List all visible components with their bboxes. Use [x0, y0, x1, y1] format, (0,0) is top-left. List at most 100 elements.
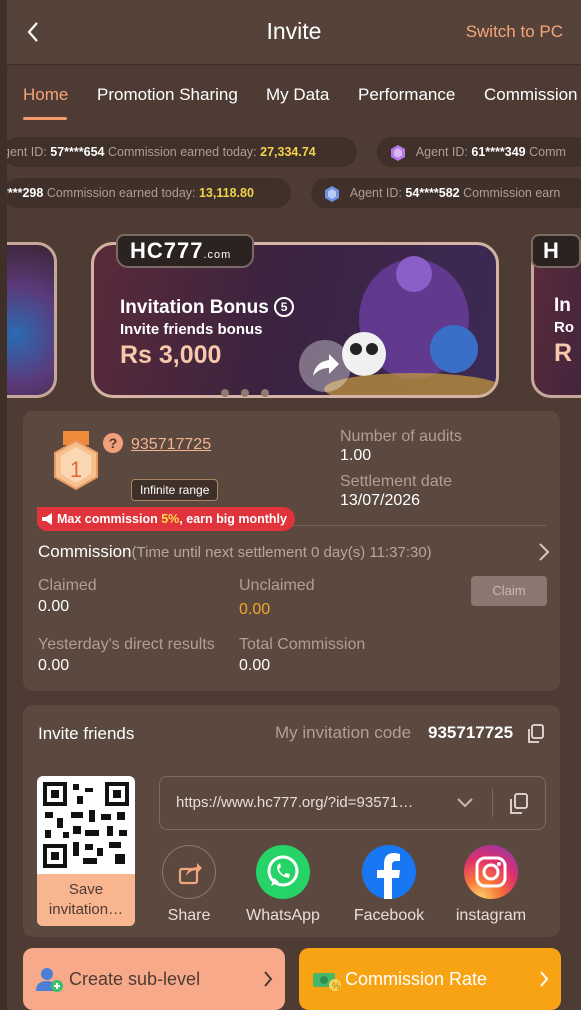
chevron-right-icon[interactable] [538, 542, 550, 562]
qr-code-icon [43, 782, 129, 868]
carousel-dots [221, 384, 281, 402]
ticker-agent-id: 57****654 [50, 145, 105, 159]
banner-title: Invitation Bonus 5 [120, 297, 295, 319]
left-edge [0, 0, 7, 1010]
facebook-icon[interactable] [362, 845, 416, 899]
yesterday-label: Yesterday's direct results [38, 636, 215, 653]
rank-number: 1 [69, 457, 83, 482]
share-button-icon[interactable] [162, 845, 216, 899]
share-option[interactable]: Share [159, 845, 219, 925]
ticker-amount: 13,118.80 [198, 186, 254, 200]
banner-amount: Rs 3,000 [120, 341, 222, 369]
yesterday-value: 0.00 [38, 657, 70, 674]
tab-home[interactable]: Home [23, 85, 68, 105]
share-circle [299, 340, 351, 392]
next-banner-logo: H [531, 234, 581, 268]
ticker-agent-label: gent ID: [7, 145, 47, 159]
create-sub-level-label: Create sub-level [69, 969, 201, 989]
settlement-label: Settlement date [340, 473, 453, 490]
ticker-item: Agent ID: 54****582 Commission earn [311, 178, 581, 208]
chevron-right-icon [540, 971, 549, 987]
carousel-dot[interactable] [261, 389, 269, 397]
invite-url-field[interactable]: https://www.hc777.org/?id=93571… [159, 776, 546, 830]
active-tab-indicator [23, 117, 67, 120]
share-arrow-icon [313, 354, 339, 376]
invitation-code: 935717725 [428, 723, 514, 742]
svg-text:%: % [332, 981, 340, 991]
ticker-earned-label: Commission earned today: [46, 186, 196, 200]
copy-url-icon[interactable] [509, 793, 529, 815]
banner-subtitle: Invite friends bonus [120, 321, 263, 338]
claimed-label: Claimed [38, 577, 97, 594]
settlement-value: 13/07/2026 [340, 492, 421, 509]
share-icon [178, 863, 202, 885]
invite-url: https://www.hc777.org/?id=93571… [176, 794, 414, 811]
invitation-code-label: My invitation code [275, 723, 412, 742]
audits-label: Number of audits [340, 428, 462, 445]
total-commission-label: Total Commission [239, 636, 366, 653]
next-banner-title: In [554, 295, 571, 316]
share-label: Share [167, 907, 211, 924]
money-icon: % [313, 973, 341, 991]
range-badge: Infinite range [131, 479, 219, 501]
top-bar: Invite Switch to PC [7, 0, 581, 64]
ticker-earned-label: Comm [529, 145, 566, 159]
banner-slide-prev[interactable] [7, 242, 57, 398]
whatsapp-label: WhatsApp [246, 907, 320, 924]
next-banner-amount: R [554, 339, 573, 367]
ticker-earned-label: Commission earn [463, 186, 561, 200]
facebook-option[interactable]: Facebook [349, 845, 429, 925]
unclaimed-label: Unclaimed [239, 577, 315, 594]
ticker-agent-label: Agent ID: [349, 186, 402, 200]
ticker-item: gent ID: 57****654 Commission earned tod… [7, 137, 357, 167]
chevron-right-icon [264, 971, 273, 987]
invite-friends-card: Invite friends My invitation code 935717… [23, 705, 560, 937]
carousel-dot[interactable] [221, 389, 229, 397]
tab-promotion-sharing[interactable]: Promotion Sharing [97, 85, 238, 105]
total-commission-value: 0.00 [239, 657, 271, 674]
whatsapp-option[interactable]: WhatsApp [243, 845, 323, 925]
ticker-agent-id: ****298 [7, 186, 44, 200]
add-user-icon [36, 968, 63, 992]
invite-title: Invite friends [38, 724, 135, 743]
switch-to-pc-link[interactable]: Switch to PC [466, 22, 563, 42]
ticker-agent-label: Agent ID: [415, 145, 468, 159]
ticker-earned-label: Commission earned today: [107, 145, 257, 159]
tab-bar: Home Promotion Sharing My Data Performan… [7, 64, 581, 122]
hc777-logo: HC777.com [116, 234, 254, 268]
ticker-agent-id: 54****582 [405, 186, 460, 200]
instagram-label: instagram [455, 907, 527, 924]
invite-page: Invite Switch to PC Home Promotion Shari… [7, 0, 581, 1010]
claim-button[interactable]: Claim [471, 576, 547, 606]
commission-card: 1 ? 935717725 Infinite range Number of a… [23, 411, 560, 691]
claimed-value: 0.00 [38, 598, 70, 615]
commission-rate-label: Commission Rate [345, 969, 488, 989]
help-icon[interactable]: ? [103, 433, 123, 453]
tab-my-data[interactable]: My Data [266, 85, 329, 105]
tab-performance[interactable]: Performance [358, 85, 455, 105]
chevron-down-icon[interactable] [456, 797, 474, 809]
commission-rate-button[interactable]: % Commission Rate [299, 948, 561, 1010]
ticker-amount: 27,334.74 [260, 145, 316, 159]
facebook-label: Facebook [353, 907, 425, 924]
create-sub-level-button[interactable]: Create sub-level [23, 948, 285, 1010]
max-commission-banner: Max commission 5%, earn big monthly [37, 507, 295, 531]
save-invitation-button[interactable]: Save invitation… [37, 874, 135, 926]
agent-gem-icon [391, 144, 405, 161]
next-banner-subtitle: Ro [554, 319, 574, 336]
audits-value: 1.00 [340, 447, 372, 464]
instagram-option[interactable]: instagram [451, 845, 531, 925]
qr-code-card[interactable]: Save invitation… [37, 776, 135, 926]
carousel-dot[interactable] [241, 389, 249, 397]
copy-code-icon[interactable] [527, 724, 545, 744]
ticker-agent-id: 61****349 [471, 145, 526, 159]
commission-heading[interactable]: Commission(Time until next settlement 0 … [38, 542, 432, 562]
account-id-link[interactable]: 935717725 [131, 436, 211, 454]
megaphone-icon [42, 513, 52, 525]
tab-commission[interactable]: Commission [484, 85, 578, 105]
agent-gem-icon [325, 185, 339, 202]
instagram-icon[interactable] [464, 845, 518, 899]
ticker-item: Agent ID: 61****349 Comm [377, 137, 581, 167]
whatsapp-icon[interactable] [256, 845, 310, 899]
unclaimed-value: 0.00 [239, 601, 271, 618]
